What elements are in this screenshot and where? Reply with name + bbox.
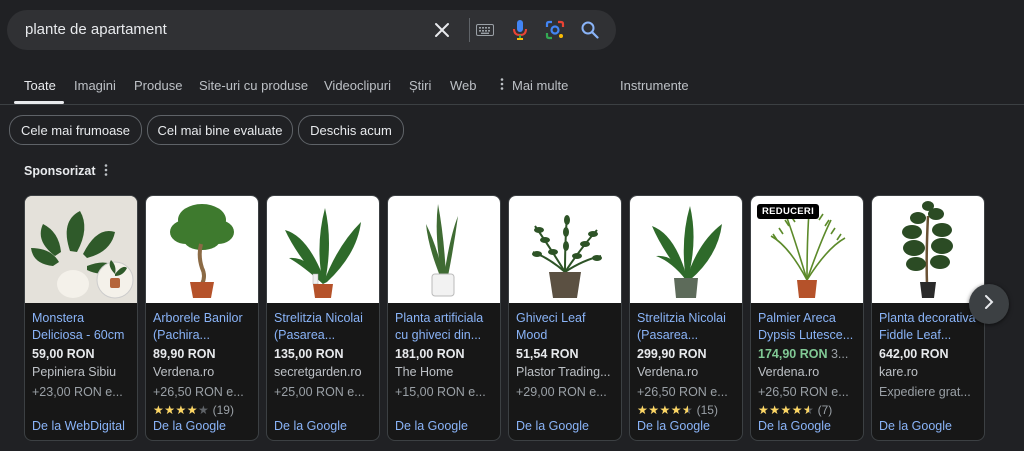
- product-price: 299,90 RON: [637, 347, 707, 361]
- product-source[interactable]: De la Google: [395, 419, 468, 433]
- chevron-right-icon: [984, 294, 994, 314]
- product-source[interactable]: De la Google: [153, 419, 226, 433]
- product-store: Verdena.ro: [153, 365, 215, 379]
- product-store: Pepiniera Sibiu: [32, 365, 117, 379]
- product-store: secretgarden.ro: [274, 365, 362, 379]
- product-title[interactable]: Monstera Deliciosa - 60cm: [32, 310, 136, 344]
- product-image: [630, 196, 742, 303]
- search-tabs: Toate Imagini Produse Site-uri cu produs…: [0, 74, 1024, 104]
- product-shipping: +26,50 RON e...: [637, 385, 728, 399]
- tabs-divider: [0, 104, 1024, 105]
- tab-produse[interactable]: Produse: [134, 78, 182, 93]
- product-card[interactable]: Strelitzia Nicolai (Pasarea... 299,90 RON…: [629, 195, 743, 441]
- product-shipping: +29,00 RON e...: [516, 385, 607, 399]
- tab-instrumente[interactable]: Instrumente: [620, 78, 689, 93]
- tab-mai-multe[interactable]: Mai multe: [498, 78, 568, 93]
- product-source[interactable]: De la WebDigital: [32, 419, 125, 433]
- product-price: 642,00 RON: [879, 347, 949, 361]
- rating-count: (7): [817, 403, 833, 417]
- product-price: 59,00 RON: [32, 347, 95, 361]
- rating-count: (15): [696, 403, 718, 417]
- sponsored-info-icon[interactable]: [104, 164, 108, 179]
- product-title[interactable]: Strelitzia Nicolai (Pasarea...: [274, 310, 378, 344]
- rating-stars: ★★★★★★★★★★: [758, 403, 815, 417]
- sale-price: 174,90 RON: [758, 347, 828, 361]
- tab-site-uri-cu-produse[interactable]: Site-uri cu produse: [199, 78, 308, 93]
- chip-deschis-acum[interactable]: Deschis acum: [298, 115, 404, 145]
- product-card[interactable]: Arborele Banilor (Pachira... 89,90 RON Ve…: [145, 195, 259, 441]
- product-image: [872, 196, 984, 303]
- product-image: [509, 196, 621, 303]
- product-source[interactable]: De la Google: [274, 419, 347, 433]
- product-rating: ★★★★★★★★★★ (7): [758, 403, 832, 417]
- product-rating: ★★★★★★★★★★ (19): [153, 403, 234, 417]
- product-title[interactable]: Arborele Banilor (Pachira...: [153, 310, 257, 344]
- product-card[interactable]: Monstera Deliciosa - 60cm 59,00 RON Pepin…: [24, 195, 138, 441]
- product-card[interactable]: Planta artificiala cu ghiveci din... 181,…: [387, 195, 501, 441]
- discount-badge: REDUCERI: [757, 204, 820, 219]
- tab-videoclipuri[interactable]: Videoclipuri: [324, 78, 391, 93]
- product-title[interactable]: Planta artificiala cu ghiveci din...: [395, 310, 499, 344]
- product-image: [388, 196, 500, 303]
- product-source[interactable]: De la Google: [879, 419, 952, 433]
- tab-mai-multe-label: Mai multe: [512, 78, 569, 93]
- product-title[interactable]: Planta decorativa Fiddle Leaf...: [879, 310, 983, 344]
- product-store: Verdena.ro: [637, 365, 699, 379]
- product-source[interactable]: De la Google: [637, 419, 710, 433]
- search-input[interactable]: plante de apartament: [25, 21, 167, 38]
- product-price: 174,90 RON 3...: [758, 347, 848, 361]
- close-icon[interactable]: [431, 19, 453, 41]
- product-image: [146, 196, 258, 303]
- product-card[interactable]: REDUCERI Palmier Areca Dypsis Lutesce... …: [750, 195, 864, 441]
- product-price: 135,00 RON: [274, 347, 344, 361]
- product-source[interactable]: De la Google: [516, 419, 589, 433]
- tab-web[interactable]: Web: [450, 78, 477, 93]
- product-shipping: +23,00 RON e...: [32, 385, 123, 399]
- product-shipping: +25,00 RON e...: [274, 385, 365, 399]
- product-card[interactable]: Ghiveci Leaf Mood 51,54 RON Plastor Tradi…: [508, 195, 622, 441]
- product-shipping: +26,50 RON e...: [758, 385, 849, 399]
- rating-stars: ★★★★★★★★★★: [153, 403, 210, 417]
- product-title[interactable]: Ghiveci Leaf Mood: [516, 310, 620, 344]
- product-price: 89,90 RON: [153, 347, 216, 361]
- product-price: 51,54 RON: [516, 347, 579, 361]
- keyboard-icon[interactable]: [474, 19, 496, 41]
- product-source[interactable]: De la Google: [758, 419, 831, 433]
- product-card[interactable]: Strelitzia Nicolai (Pasarea... 135,00 RON…: [266, 195, 380, 441]
- chip-cele-mai-frumoase[interactable]: Cele mai frumoase: [9, 115, 142, 145]
- product-card[interactable]: Planta decorativa Fiddle Leaf... 642,00 R…: [871, 195, 985, 441]
- carousel-next-button[interactable]: [969, 284, 1009, 324]
- search-bar: plante de apartament: [7, 10, 616, 50]
- search-divider: [469, 18, 470, 42]
- product-image: [267, 196, 379, 303]
- sponsored-label: Sponsorizat: [24, 164, 96, 178]
- old-price: 3...: [830, 347, 849, 361]
- more-vert-icon: [498, 78, 506, 93]
- product-store: Verdena.ro: [758, 365, 820, 379]
- product-store: The Home: [395, 365, 454, 379]
- product-rating: ★★★★★★★★★★ (15): [637, 403, 718, 417]
- tab-stiri[interactable]: Știri: [409, 78, 431, 93]
- camera-lens-icon[interactable]: [544, 19, 566, 41]
- product-shipping: +15,00 RON e...: [395, 385, 486, 399]
- product-image: [25, 196, 137, 303]
- search-icon[interactable]: [579, 19, 601, 41]
- chip-cel-mai-bine-evaluate[interactable]: Cel mai bine evaluate: [147, 115, 293, 145]
- tab-imagini[interactable]: Imagini: [74, 78, 116, 93]
- rating-stars: ★★★★★★★★★★: [637, 403, 694, 417]
- product-title[interactable]: Strelitzia Nicolai (Pasarea...: [637, 310, 741, 344]
- product-store: Plastor Trading...: [516, 365, 611, 379]
- rating-count: (19): [212, 403, 234, 417]
- microphone-icon[interactable]: [509, 19, 531, 41]
- product-store: kare.ro: [879, 365, 918, 379]
- product-shipping: Expediere grat...: [879, 385, 971, 399]
- product-price: 181,00 RON: [395, 347, 465, 361]
- product-shipping: +26,50 RON e...: [153, 385, 244, 399]
- tab-toate[interactable]: Toate: [24, 78, 56, 93]
- product-image: REDUCERI: [751, 196, 863, 303]
- product-title[interactable]: Palmier Areca Dypsis Lutesce...: [758, 310, 862, 344]
- product-carousel: Monstera Deliciosa - 60cm 59,00 RON Pepin…: [24, 195, 1024, 441]
